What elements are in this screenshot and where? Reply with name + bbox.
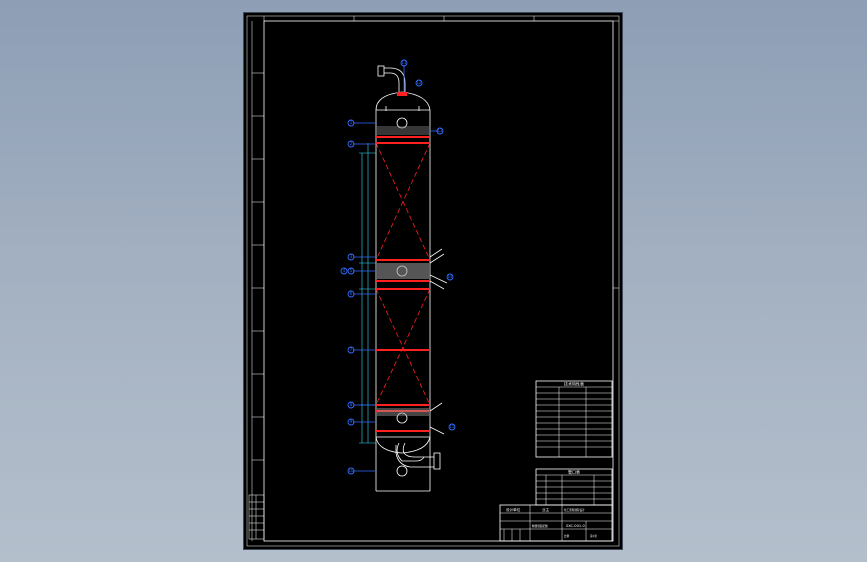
tech-spec-table <box>535 380 613 458</box>
left-stamp-grid <box>248 494 265 540</box>
designer-label: 设计单位 <box>506 507 521 512</box>
svg-text:14: 14 <box>447 274 453 279</box>
dimension-chain <box>359 143 376 444</box>
outer-frame <box>246 15 620 547</box>
svg-text:1: 1 <box>350 120 353 125</box>
sheet-label: 第1张 <box>590 534 597 538</box>
svg-text:6: 6 <box>350 291 353 296</box>
svg-text:11: 11 <box>401 60 407 65</box>
svg-text:15: 15 <box>449 424 455 429</box>
svg-text:12: 12 <box>416 80 422 85</box>
tower-drawing-svg: 1 2 3 4 5 6 7 8 9 10 11 12 13 14 15 技术特性… <box>246 15 620 547</box>
inner-frame <box>263 20 614 542</box>
svg-text:9: 9 <box>350 419 353 424</box>
svg-text:13: 13 <box>437 128 443 133</box>
top-vapor-outlet <box>377 65 420 111</box>
svg-text:8: 8 <box>350 402 353 407</box>
drawing-sheet: 1 2 3 4 5 6 7 8 9 10 11 12 13 14 15 技术特性… <box>243 12 623 550</box>
svg-text:4: 4 <box>343 268 346 273</box>
svg-text:3: 3 <box>350 254 353 259</box>
bottom-outlet <box>395 442 441 470</box>
tech-table-title: 技术特性表 <box>564 381 584 387</box>
drawing-title: 精馏塔装配图 <box>532 524 548 528</box>
svg-text:10: 10 <box>348 468 354 473</box>
svg-text:2: 2 <box>350 141 353 146</box>
feed-nozzle <box>429 248 448 435</box>
project-label: 化工原理课程设计 <box>564 508 585 512</box>
liquid-distributor-low <box>377 408 429 416</box>
owner-label: 业主 <box>542 507 550 512</box>
drawing-number: SXC-001-0 <box>566 524 585 528</box>
top-zone-ruler <box>263 16 535 21</box>
packing-bed-upper <box>375 142 431 261</box>
liquid-distributor-top <box>377 126 429 135</box>
svg-text:7: 7 <box>350 347 353 352</box>
left-zone-ruler <box>251 21 264 541</box>
svg-text:5: 5 <box>350 268 353 273</box>
nozzle-table-title: 管口表 <box>568 469 580 475</box>
liquid-distributor-mid <box>377 263 429 279</box>
scale-label: 比例 <box>564 534 570 538</box>
right-zone-ruler <box>613 20 619 289</box>
packing-bed-lower <box>375 288 431 406</box>
